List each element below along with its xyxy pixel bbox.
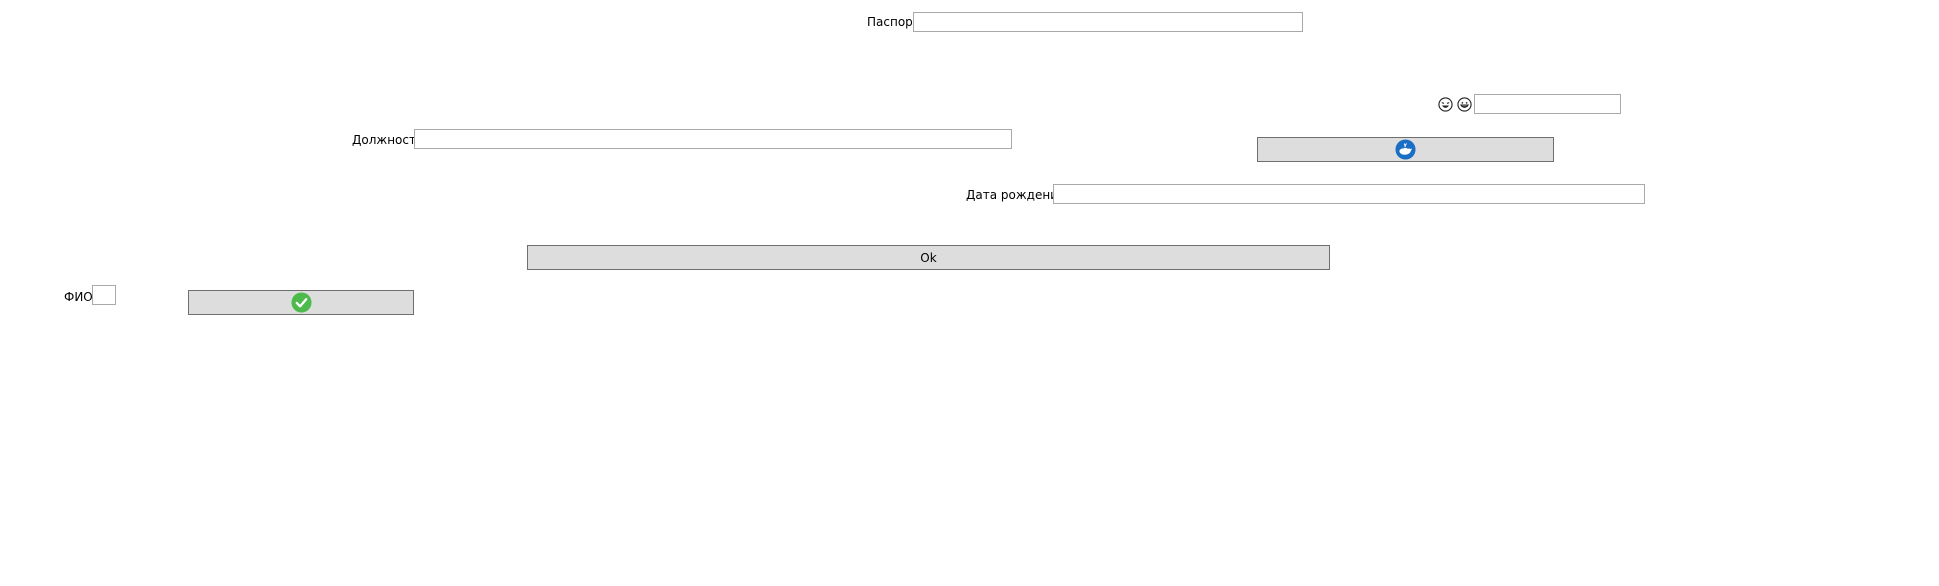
birthdate-input[interactable]	[1053, 184, 1645, 204]
whale-button[interactable]	[1257, 137, 1554, 162]
position-input[interactable]	[414, 129, 1012, 149]
ok-button[interactable]: Ok	[527, 245, 1330, 270]
fio-input[interactable]	[92, 285, 116, 305]
birthdate-label: Дата рождения	[966, 188, 1066, 202]
laughing-face-icon	[1438, 97, 1453, 112]
whale-icon	[1395, 139, 1416, 160]
fio-label: ФИО	[64, 290, 93, 304]
check-button[interactable]	[188, 290, 414, 315]
passport-input[interactable]	[913, 12, 1303, 32]
checkmark-icon	[290, 292, 312, 313]
passport-label: Паспорт	[867, 15, 920, 29]
grinning-face-icon	[1457, 97, 1472, 112]
extra-input[interactable]	[1474, 94, 1621, 114]
position-label: Должность	[352, 133, 424, 147]
